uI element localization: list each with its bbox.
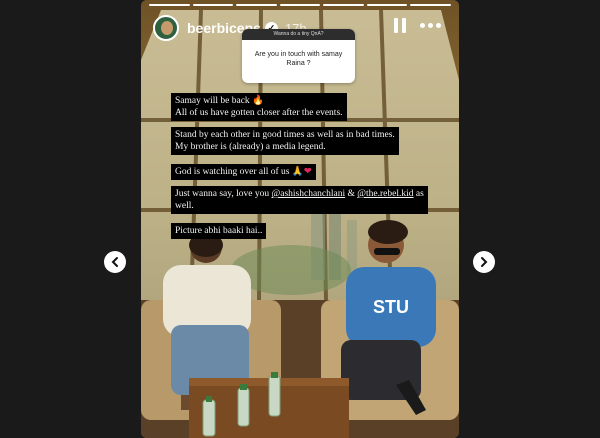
question-sticker: Wanna do a tiny QnA? Are you in touch wi… — [242, 29, 355, 83]
folded-hands-emoji-icon: 🙏 — [291, 167, 304, 177]
chevron-right-icon — [481, 257, 488, 267]
caption-text: Just wanna say, love you — [175, 189, 270, 199]
story-controls — [394, 18, 441, 33]
avatar[interactable] — [153, 15, 179, 41]
caption-text: My brother is (already) a media legend. — [175, 142, 326, 152]
progress-segment — [192, 4, 234, 6]
caption-text: Picture abhi baaki hai.. — [175, 226, 263, 236]
progress-segment — [279, 4, 321, 6]
caption-block: Stand by each other in good times as wel… — [171, 127, 399, 155]
caption-block: Just wanna say, love you @ashishchanchla… — [171, 186, 428, 214]
mention-link[interactable]: @ashishchanchlani — [271, 189, 345, 199]
fire-emoji-icon: 🔥 — [252, 96, 264, 106]
mention-link[interactable]: @the.rebel.kid — [357, 189, 413, 199]
shirt-text: STU — [373, 297, 409, 317]
previous-story-button[interactable] — [104, 251, 126, 273]
story-card[interactable]: STU beerbiceps ✓ 17h Wanna do a tiny QnA… — [141, 0, 459, 438]
progress-segment — [366, 4, 408, 6]
caption-block: Samay will be back 🔥 All of us have gott… — [171, 93, 347, 121]
question-header: Wanna do a tiny QnA? — [242, 29, 355, 40]
story-progress-bar — [149, 4, 452, 6]
more-options-icon[interactable] — [420, 23, 441, 28]
caption-text: Samay will be back — [175, 96, 250, 106]
caption-block: Picture abhi baaki hai.. — [171, 223, 267, 239]
caption-text: All of us have gotten closer after the e… — [175, 108, 343, 118]
story-viewer: STU beerbiceps ✓ 17h Wanna do a tiny QnA… — [0, 0, 600, 438]
caption-text: as — [415, 189, 424, 199]
question-text: Are you in touch with samay Raina ? — [254, 51, 343, 67]
progress-segment — [323, 4, 364, 6]
caption-text: well. — [175, 201, 194, 211]
next-story-button[interactable] — [473, 251, 495, 273]
caption-text: God is watching over all of us — [175, 167, 290, 177]
progress-segment — [410, 4, 452, 6]
chevron-left-icon — [111, 257, 118, 267]
caption-text: Stand by each other in good times as wel… — [175, 130, 395, 140]
pause-icon[interactable] — [394, 18, 406, 33]
progress-segment — [149, 4, 190, 6]
red-heart-emoji-icon: ❤ — [303, 167, 312, 177]
progress-segment — [236, 4, 277, 6]
captions: Samay will be back 🔥 All of us have gott… — [171, 93, 441, 245]
caption-text: & — [347, 189, 355, 199]
caption-block: God is watching over all of us 🙏❤ — [171, 164, 316, 180]
